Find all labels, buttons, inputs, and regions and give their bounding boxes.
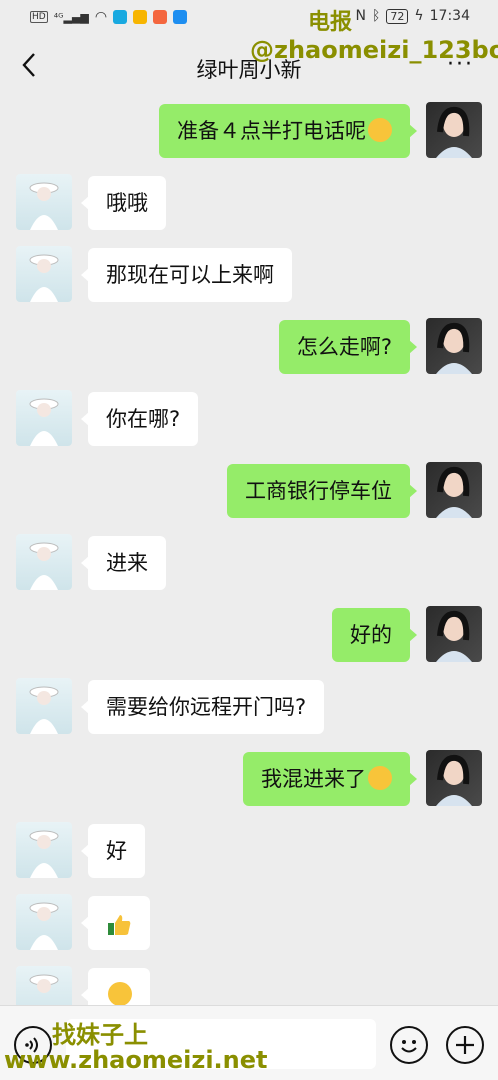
message-bubble-theirs[interactable] bbox=[81, 968, 150, 1005]
message-row: 进来 bbox=[0, 534, 498, 592]
message-bubble-mine[interactable]: 我混进来了 bbox=[243, 752, 417, 806]
grin-emoji-icon bbox=[108, 982, 132, 1005]
cloud-app-icon bbox=[173, 10, 188, 24]
my-avatar[interactable] bbox=[426, 318, 482, 374]
message-bubble-mine[interactable]: 准备４点半打电话呢 bbox=[159, 104, 417, 158]
contact-avatar[interactable] bbox=[16, 390, 72, 446]
message-bubble-theirs[interactable]: 你在哪? bbox=[80, 392, 199, 446]
watermark-top-line2: @zhaomeizi_123bot bbox=[250, 36, 498, 64]
message-text: 好的 bbox=[350, 623, 392, 647]
message-row bbox=[0, 894, 498, 952]
watermark-bottom-line2: www.zhaomeizi.net bbox=[4, 1046, 268, 1074]
message-text: 那现在可以上来啊 bbox=[106, 263, 274, 287]
status-left-icons: HD ⁴ᴳ▂▄▆ ◠ bbox=[30, 9, 188, 25]
message-row: 需要给你远程开门吗? bbox=[0, 678, 498, 736]
watermark-top-line1: 电报 bbox=[308, 10, 353, 35]
message-row: 你在哪? bbox=[0, 390, 498, 448]
hd-icon: HD bbox=[30, 11, 48, 23]
message-bubble-theirs[interactable] bbox=[81, 896, 150, 950]
mail-app-icon bbox=[153, 10, 168, 24]
message-text: 我混进来了 bbox=[261, 767, 366, 791]
message-bubble-theirs[interactable]: 哦哦 bbox=[81, 176, 166, 230]
message-bubble-theirs[interactable]: 那现在可以上来啊 bbox=[81, 248, 292, 302]
message-row: 那现在可以上来啊 bbox=[0, 246, 498, 304]
message-bubble-theirs[interactable]: 需要给你远程开门吗? bbox=[80, 680, 325, 734]
battery-icon: 72 bbox=[386, 8, 409, 24]
more-functions-plus-icon[interactable] bbox=[446, 1026, 484, 1064]
status-time: 17:34 bbox=[429, 8, 470, 24]
message-row: 准备４点半打电话呢 bbox=[0, 102, 498, 160]
thumbs-up-emoji-icon bbox=[108, 915, 131, 935]
contact-avatar[interactable] bbox=[16, 534, 72, 590]
message-text: 进来 bbox=[106, 551, 148, 575]
contact-avatar[interactable] bbox=[16, 822, 72, 878]
my-avatar[interactable] bbox=[426, 462, 482, 518]
bluetooth-icon: ᛒ bbox=[371, 8, 381, 24]
message-text: 准备４点半打电话呢 bbox=[177, 119, 366, 143]
message-text: 你在哪? bbox=[106, 407, 181, 431]
message-bubble-mine[interactable]: 工商银行停车位 bbox=[227, 464, 417, 518]
message-row bbox=[0, 966, 498, 1005]
message-row: 好的 bbox=[0, 606, 498, 664]
message-text: 好 bbox=[106, 839, 127, 863]
nfc-icon: N bbox=[355, 8, 366, 24]
wifi-icon: ◠ bbox=[94, 9, 108, 25]
my-avatar[interactable] bbox=[426, 606, 482, 662]
message-row: 好 bbox=[0, 822, 498, 880]
tired-face-emoji-icon bbox=[368, 118, 392, 142]
message-text: 哦哦 bbox=[106, 191, 148, 215]
message-row: 怎么走啊? bbox=[0, 318, 498, 376]
chat-message-list[interactable]: 准备４点半打电话呢 哦哦 那现在可以上来啊 怎么走啊? 你在哪? 工商银行停车位… bbox=[0, 100, 498, 1005]
contact-avatar[interactable] bbox=[16, 174, 72, 230]
status-bar: HD ⁴ᴳ▂▄▆ ◠ N ᛒ 72 ϟ 17:34 bbox=[0, 0, 498, 34]
message-bubble-mine[interactable]: 好的 bbox=[332, 608, 417, 662]
message-text: 工商银行停车位 bbox=[245, 479, 392, 503]
message-text: 需要给你远程开门吗? bbox=[106, 695, 307, 719]
message-bubble-theirs[interactable]: 好 bbox=[81, 824, 145, 878]
star-app-icon bbox=[133, 10, 148, 24]
grin-emoji-icon bbox=[368, 766, 392, 790]
message-bubble-theirs[interactable]: 进来 bbox=[81, 536, 166, 590]
watermark-bottom-line1: 找妹子上 bbox=[52, 1021, 148, 1049]
contact-avatar[interactable] bbox=[16, 966, 72, 1005]
message-bubble-mine[interactable]: 怎么走啊? bbox=[278, 320, 418, 374]
message-row: 工商银行停车位 bbox=[0, 462, 498, 520]
charging-icon: ϟ bbox=[414, 8, 424, 24]
contact-avatar[interactable] bbox=[16, 678, 72, 734]
search-app-icon bbox=[113, 10, 128, 24]
emoji-picker-icon[interactable] bbox=[390, 1026, 428, 1064]
contact-avatar[interactable] bbox=[16, 894, 72, 950]
my-avatar[interactable] bbox=[426, 750, 482, 806]
message-row: 我混进来了 bbox=[0, 750, 498, 808]
4g-signal-icon: ⁴ᴳ▂▄▆ bbox=[53, 10, 89, 24]
message-row: 哦哦 bbox=[0, 174, 498, 232]
my-avatar[interactable] bbox=[426, 102, 482, 158]
contact-avatar[interactable] bbox=[16, 246, 72, 302]
message-text: 怎么走啊? bbox=[296, 335, 392, 359]
status-right-icons: N ᛒ 72 ϟ 17:34 bbox=[356, 8, 471, 24]
